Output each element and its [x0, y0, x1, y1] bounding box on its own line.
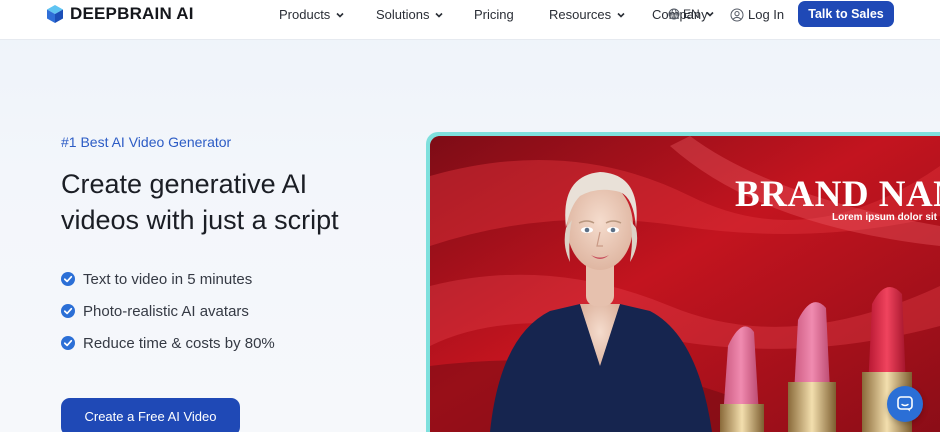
globe-icon	[668, 8, 680, 20]
check-circle-icon	[61, 272, 75, 286]
demo-video[interactable]: BRAND NAM Lorem ipsum dolor sit	[430, 136, 940, 432]
nav-resources-label: Resources	[549, 7, 612, 22]
cube-logo-icon	[47, 5, 63, 23]
create-free-video-button[interactable]: Create a Free AI Video	[61, 398, 240, 432]
feature-item: Photo-realistic AI avatars	[61, 295, 275, 327]
chevron-down-icon	[617, 12, 625, 18]
hero-headline-line-1: Create generative AI	[61, 169, 308, 199]
login-link[interactable]: Log In	[730, 7, 784, 22]
nav-solutions[interactable]: Solutions	[376, 7, 444, 22]
user-icon	[730, 8, 744, 21]
video-brand-subtitle: Lorem ipsum dolor sit	[832, 212, 938, 223]
check-circle-icon	[61, 336, 75, 350]
feature-item: Reduce time & costs by 80%	[61, 327, 275, 359]
logo-text: DEEPBRAIN AI	[70, 4, 194, 23]
talk-to-sales-button[interactable]: Talk to Sales	[798, 1, 894, 27]
chevron-down-icon	[706, 11, 714, 17]
nav-pricing[interactable]: Pricing	[474, 7, 514, 22]
feature-text: Text to video in 5 minutes	[83, 270, 253, 288]
login-label: Log In	[748, 7, 785, 22]
hero-headline: Create generative AI videos with just a …	[61, 166, 421, 238]
top-nav: DEEPBRAIN AI Products Solutions Pricing …	[0, 0, 940, 40]
feature-text: Photo-realistic AI avatars	[83, 302, 249, 320]
nav-pricing-label: Pricing	[474, 7, 514, 22]
feature-item: Text to video in 5 minutes	[61, 263, 275, 295]
chat-widget-button[interactable]	[887, 386, 923, 422]
logo[interactable]: DEEPBRAIN AI	[46, 4, 194, 24]
video-brand-title: BRAND NAM	[735, 174, 940, 215]
nav-products[interactable]: Products	[279, 7, 344, 22]
chat-icon	[897, 396, 913, 412]
nav-resources[interactable]: Resources	[549, 7, 625, 22]
feature-list: Text to video in 5 minutes Photo-realist…	[61, 263, 275, 359]
nav-solutions-label: Solutions	[376, 7, 430, 22]
language-label: EN	[683, 7, 700, 21]
chevron-down-icon	[336, 12, 344, 18]
chevron-down-icon	[435, 12, 444, 18]
feature-text: Reduce time & costs by 80%	[83, 334, 275, 352]
language-selector[interactable]: EN	[668, 7, 714, 21]
hero-headline-line-2: videos with just a script	[61, 205, 339, 235]
hero-eyebrow: #1 Best AI Video Generator	[61, 134, 232, 150]
check-circle-icon	[61, 304, 75, 318]
nav-products-label: Products	[279, 7, 331, 22]
